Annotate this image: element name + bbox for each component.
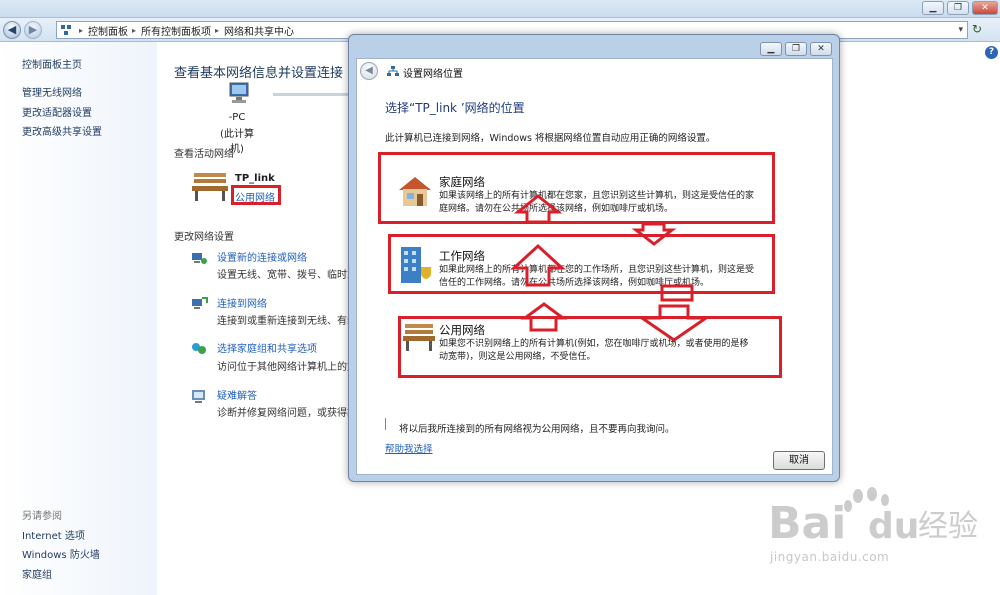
back-arrow-icon[interactable]: ◀: [3, 21, 21, 39]
dialog-back-arrow-icon[interactable]: ◀: [360, 62, 378, 80]
treat-all-public-checkbox[interactable]: [385, 418, 395, 430]
computer-name: -PC: [228, 112, 246, 123]
highlight-box-home: [378, 152, 775, 224]
sidebar-item-advanced-sharing[interactable]: 更改高级共享设置: [22, 123, 102, 138]
dialog-minimize-button[interactable]: ▁: [760, 42, 782, 56]
task-desc-homegroup: 访问位于其他网络计算机上的文: [217, 362, 357, 373]
svg-text:du: du: [868, 506, 919, 547]
breadcrumb-control-panel[interactable]: 控制面板: [88, 23, 128, 38]
forward-arrow-icon[interactable]: ▶: [24, 21, 42, 39]
change-settings-title: 更改网络设置: [174, 232, 234, 243]
left-pane: 控制面板主页 管理无线网络 更改适配器设置 更改高级共享设置 另请参阅 Inte…: [0, 42, 157, 595]
address-dropdown-icon[interactable]: ▾: [958, 25, 963, 35]
dialog-maximize-button[interactable]: ❐: [785, 42, 807, 56]
new-connection-icon: [192, 253, 207, 264]
baidu-watermark-url: jingyan.baidu.com: [770, 550, 890, 564]
computer-icon: [229, 82, 249, 103]
sidebar-item-firewall[interactable]: Windows 防火墙: [22, 546, 100, 561]
task-desc-connect-network: 连接到或重新连接到无线、有线: [217, 316, 357, 327]
dialog-heading: 选择“TP_link ’网络的位置: [385, 101, 525, 115]
network-map-line: [273, 93, 353, 96]
dialog-close-button[interactable]: ✕: [810, 42, 832, 56]
see-also-header: 另请参阅: [22, 511, 62, 522]
sidebar-item-manage-wireless[interactable]: 管理无线网络: [22, 84, 82, 99]
svg-text:经验: 经验: [918, 509, 978, 544]
connect-network-icon: [192, 297, 208, 309]
bench-icon: [192, 173, 228, 201]
highlight-box-network-type: [231, 185, 281, 205]
cancel-button[interactable]: 取消: [773, 451, 825, 470]
highlight-box-public: [398, 316, 782, 378]
troubleshoot-icon: [192, 390, 205, 403]
dialog-title: 设置网络位置: [403, 69, 463, 80]
maximize-button[interactable]: ❐: [947, 1, 969, 15]
minimize-button[interactable]: ▁: [922, 1, 944, 15]
svg-text:Bai: Bai: [768, 498, 846, 549]
breadcrumb-separator-icon: ▸: [79, 25, 84, 35]
close-button[interactable]: ✕: [972, 1, 998, 15]
task-link-troubleshoot[interactable]: 疑难解答: [217, 387, 257, 402]
sidebar-item-home[interactable]: 控制面板主页: [22, 56, 82, 71]
breadcrumb-separator-icon: ▸: [132, 25, 137, 35]
task-desc-new-connection: 设置无线、宽带、拨号、临时或: [217, 270, 357, 281]
task-link-homegroup[interactable]: 选择家庭组和共享选项: [217, 340, 317, 355]
sidebar-item-homegroup[interactable]: 家庭组: [22, 566, 52, 581]
help-me-choose-link[interactable]: 帮助我选择: [385, 441, 433, 455]
sidebar-item-internet-options[interactable]: Internet 选项: [22, 527, 85, 542]
sidebar-item-adapter-settings[interactable]: 更改适配器设置: [22, 104, 92, 119]
network-name: TP_link: [235, 173, 275, 184]
page-title: 查看基本网络信息并设置连接: [174, 66, 344, 81]
refresh-icon[interactable]: ↻: [972, 22, 982, 36]
breadcrumb-network-center[interactable]: 网络和共享中心: [224, 23, 294, 38]
breadcrumb-all-items[interactable]: 所有控制面板项: [141, 23, 211, 38]
screenshot-root: ▁ ❐ ✕ ◀ ▶ ▸ 控制面板 ▸ 所有控制面板项 ▸ 网络和共享中心 ▾ ↻…: [0, 0, 1000, 595]
active-networks-title: 查看活动网络: [174, 149, 234, 160]
task-link-connect-network[interactable]: 连接到网络: [217, 295, 267, 310]
treat-all-public-label: 将以后我所连接到的所有网络视为公用网络，且不要再向我询问。: [399, 424, 675, 435]
homegroup-icon: [192, 343, 206, 354]
task-link-new-connection[interactable]: 设置新的连接或网络: [217, 249, 307, 264]
window-titlebar: ▁ ❐ ✕: [0, 0, 1000, 18]
network-center-icon: [61, 25, 73, 35]
highlight-box-work: [388, 234, 775, 294]
dialog-intro: 此计算机已连接到网络，Windows 将根据网络位置自动应用正确的网络设置。: [385, 133, 716, 144]
task-desc-troubleshoot: 诊断并修复网络问题，或获得故: [217, 408, 357, 419]
network-icon: [387, 66, 399, 76]
breadcrumb-separator-icon: ▸: [215, 25, 220, 35]
